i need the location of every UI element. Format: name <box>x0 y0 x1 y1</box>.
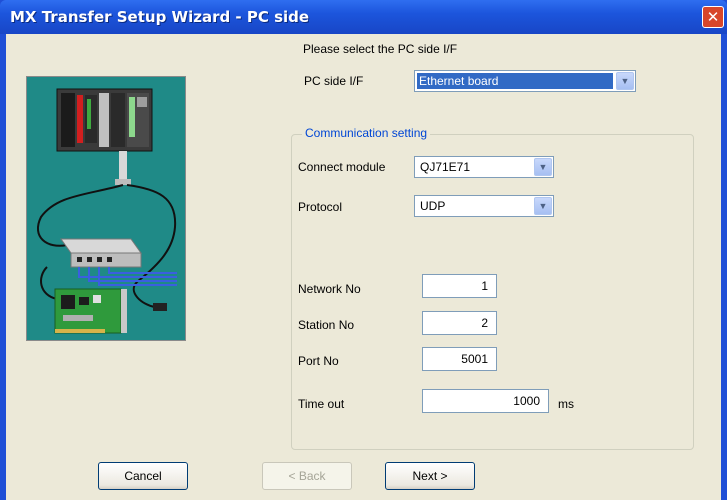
time-out-label: Time out <box>298 397 345 411</box>
network-no-label: Network No <box>298 282 361 296</box>
wizard-window: MX Transfer Setup Wizard - PC side ✕ Ple… <box>0 0 727 500</box>
plc-network-diagram <box>37 88 177 334</box>
connect-module-select[interactable]: QJ71E71 ▼ <box>414 156 554 178</box>
pc-side-prompt: Please select the PC side I/F <box>303 42 458 56</box>
pc-side-select[interactable]: Ethernet board ▼ <box>414 70 636 92</box>
next-button[interactable]: Next > <box>385 462 475 490</box>
cancel-button[interactable]: Cancel <box>98 462 188 490</box>
network-no-input[interactable]: 1 <box>422 274 497 298</box>
connect-module-label: Connect module <box>298 160 386 174</box>
network-illustration <box>26 76 186 341</box>
title-bar[interactable]: MX Transfer Setup Wizard - PC side ✕ <box>0 0 727 34</box>
back-button[interactable]: < Back <box>262 462 352 490</box>
protocol-label: Protocol <box>298 200 343 214</box>
pc-side-label: PC side I/F <box>304 74 364 88</box>
chevron-down-icon[interactable]: ▼ <box>534 197 552 215</box>
dialog-body: Please select the PC side I/F PC side I/… <box>6 34 721 500</box>
window-title: MX Transfer Setup Wizard - PC side <box>10 8 310 26</box>
time-out-unit: ms <box>558 397 574 411</box>
protocol-select[interactable]: UDP ▼ <box>414 195 554 217</box>
connect-module-value: QJ71E71 <box>420 160 471 174</box>
station-no-label: Station No <box>298 318 355 332</box>
pc-side-value: Ethernet board <box>417 73 613 89</box>
close-icon[interactable]: ✕ <box>702 6 724 28</box>
protocol-value: UDP <box>420 199 446 213</box>
communication-setting-title: Communication setting <box>302 126 431 140</box>
chevron-down-icon[interactable]: ▼ <box>616 72 634 90</box>
port-no-label: Port No <box>298 354 339 368</box>
chevron-down-icon[interactable]: ▼ <box>534 158 552 176</box>
station-no-input[interactable]: 2 <box>422 311 497 335</box>
time-out-input[interactable]: 1000 <box>422 389 549 413</box>
port-no-input[interactable]: 5001 <box>422 347 497 371</box>
